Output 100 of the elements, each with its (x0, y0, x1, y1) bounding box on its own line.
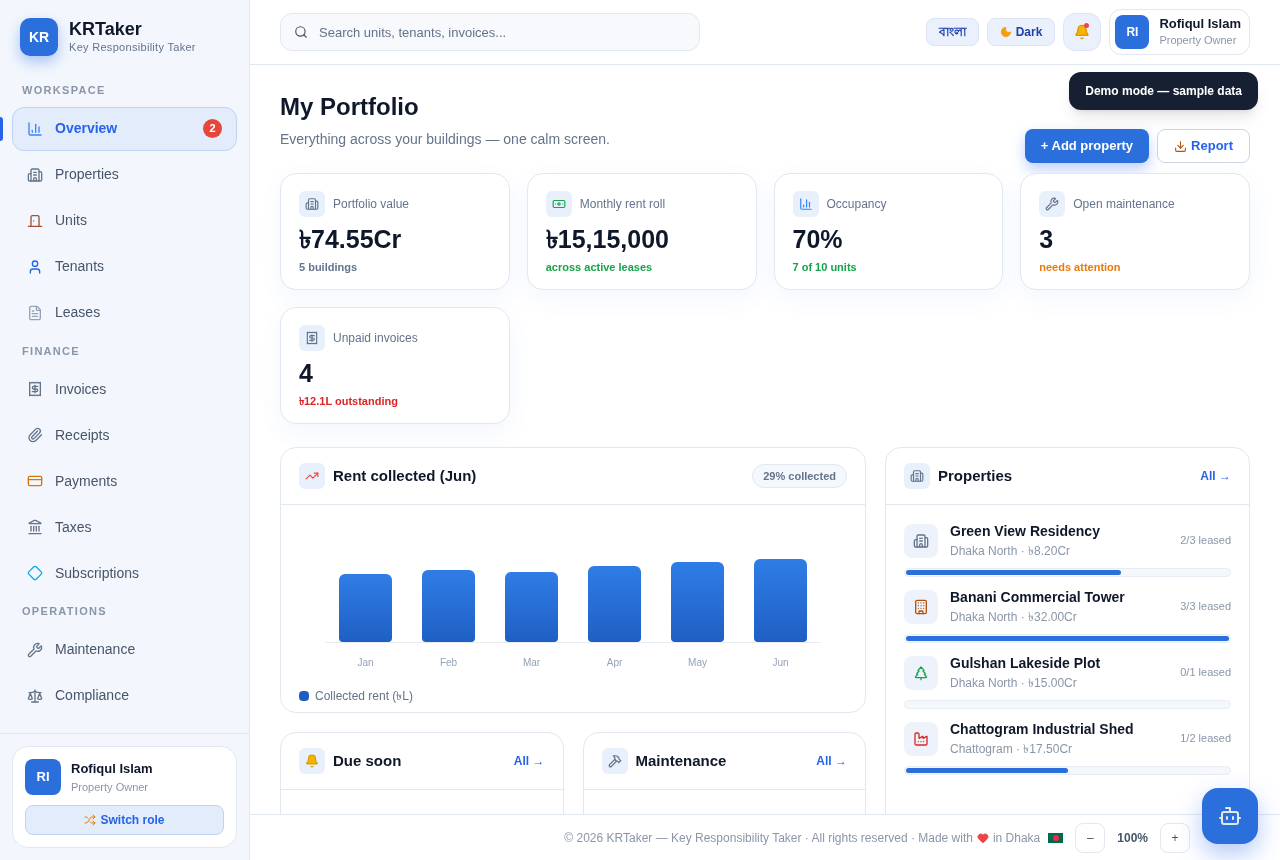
zoom-in-button[interactable]: + (1160, 822, 1190, 853)
month-label: Jun (772, 657, 789, 668)
footer-text: © 2026 KRTaker — Key Responsibility Taker · All rights reserved · Made with in Dhaka (564, 828, 1064, 847)
zoom-level: 100% (1117, 829, 1148, 847)
wrench-icon (27, 641, 43, 658)
property-detail: Chattogram · ৳17.50Cr (950, 741, 1074, 758)
report-button[interactable]: Report (1157, 129, 1250, 163)
hammer-icon (607, 754, 622, 768)
door-icon (27, 212, 43, 229)
bell-icon (1074, 24, 1091, 40)
nav-item[interactable]: Payments (12, 459, 237, 503)
month-label: Apr (606, 657, 623, 668)
receipt-icon (305, 331, 319, 345)
bell-icon (305, 754, 319, 768)
nav-item[interactable]: Subscriptions (12, 551, 237, 595)
stat-value: ৳74.55Cr (299, 224, 403, 255)
zoom-out-button[interactable]: – (1075, 822, 1106, 853)
chart-bar (505, 572, 558, 642)
building-icon (913, 598, 929, 615)
view-all-link[interactable]: All → (513, 752, 545, 770)
page-subtitle: Everything across your buildings — one calm screen. (280, 130, 610, 149)
stat-value: 70% (792, 224, 844, 255)
user-avatar: RI (25, 759, 61, 795)
chart-bar (422, 570, 475, 642)
brand-tagline: Key Responsibility Taker (69, 39, 196, 55)
card-title: Rent collected (Jun) (333, 465, 477, 486)
chart-bar (339, 574, 392, 642)
user-name: Rofiqul Islam (71, 760, 153, 778)
user-icon (27, 258, 43, 275)
nav-item[interactable]: Receipts (12, 413, 237, 457)
assistant-button[interactable] (1202, 788, 1258, 844)
diamond-icon (27, 565, 43, 581)
search-icon (294, 25, 308, 39)
stat-note: needs attention (1039, 260, 1122, 275)
credit-card-icon (27, 473, 43, 489)
building-icon (910, 469, 924, 483)
brand-name: KRTaker (69, 18, 143, 39)
receipt-icon (27, 381, 43, 397)
month-label: Mar (522, 657, 541, 668)
view-all-link[interactable]: All → (816, 752, 847, 770)
scale-icon (27, 687, 43, 704)
stat-label: Occupancy (826, 196, 887, 213)
month-label: Feb (439, 657, 458, 668)
property-name: Gulshan Lakeside Plot (950, 654, 1102, 673)
flag-icon (1048, 832, 1064, 843)
view-all-link[interactable]: All → (1200, 467, 1231, 485)
notifications-button[interactable] (1063, 13, 1102, 51)
factory-icon (913, 730, 929, 747)
stat-label: Monthly rent roll (579, 196, 666, 213)
month-label: May (688, 657, 707, 668)
user-name: Rofiqul Islam (1159, 15, 1241, 32)
bank-icon (27, 519, 43, 535)
leased-count: 1/2 leased (1180, 731, 1231, 747)
demo-tooltip: Demo mode — sample data (1069, 72, 1258, 110)
stat-note: across active leases (545, 260, 654, 275)
property-name: Green View Residency (950, 522, 1101, 541)
add-property-button[interactable]: + Add property (1024, 129, 1150, 163)
stat-label: Portfolio value (333, 196, 410, 213)
property-detail: Dhaka North · ৳32.00Cr (950, 609, 1078, 626)
stat-value: ৳15,15,000 (545, 224, 670, 255)
language-button[interactable]: বাংলা (925, 18, 979, 46)
moon-icon (999, 26, 1012, 38)
switch-role-button[interactable]: Switch role (25, 805, 224, 835)
user-role: Property Owner (1159, 32, 1238, 48)
theme-toggle[interactable]: Dark (986, 18, 1056, 46)
search-field[interactable]: Search units, tenants, invoices... (280, 13, 700, 51)
document-icon (27, 304, 43, 321)
nav-item[interactable]: Units (12, 198, 237, 243)
stat-note: 5 buildings (299, 260, 359, 275)
property-name: Banani Commercial Tower (950, 588, 1126, 607)
nav-item[interactable]: Taxes (12, 505, 237, 549)
building-icon (305, 197, 319, 211)
card-title: Due soon (333, 750, 402, 771)
nav-item[interactable]: Compliance (12, 673, 237, 718)
property-detail: Dhaka North · ৳15.00Cr (950, 675, 1078, 692)
nav-item[interactable]: Tenants (12, 244, 237, 289)
count-badge: 2 (203, 119, 222, 138)
page-title: My Portfolio (280, 92, 420, 122)
shuffle-icon (84, 814, 97, 826)
property-name: Chattogram Industrial Shed (950, 720, 1135, 739)
leased-count: 2/3 leased (1180, 533, 1231, 549)
legend-label: Collected rent (৳L) (315, 688, 414, 705)
banknote-icon (551, 197, 566, 211)
user-chip[interactable]: RI Rofiqul Islam Property Owner (1109, 9, 1250, 55)
nav-section-title: FINANCE (21, 343, 81, 359)
user-avatar: RI (1115, 15, 1150, 49)
nav-item[interactable]: Leases (12, 290, 237, 335)
stat-note: 7 of 10 units (792, 260, 858, 275)
building-icon (913, 532, 929, 549)
card-title: Maintenance (635, 750, 727, 771)
stat-note: ৳12.1L outstanding (299, 394, 399, 409)
property-detail: Dhaka North · ৳8.20Cr (950, 543, 1072, 560)
nav-item[interactable]: Invoices (12, 367, 237, 411)
nav-item[interactable]: Overview 2 (12, 106, 237, 151)
nav-section-title: OPERATIONS (21, 604, 108, 619)
stat-label: Unpaid invoices (333, 330, 418, 347)
nav-section-title: WORKSPACE (21, 83, 107, 98)
nav-item[interactable]: Properties (12, 152, 237, 197)
nav-item[interactable]: Maintenance (12, 627, 237, 672)
stat-value: 4 (299, 358, 314, 389)
